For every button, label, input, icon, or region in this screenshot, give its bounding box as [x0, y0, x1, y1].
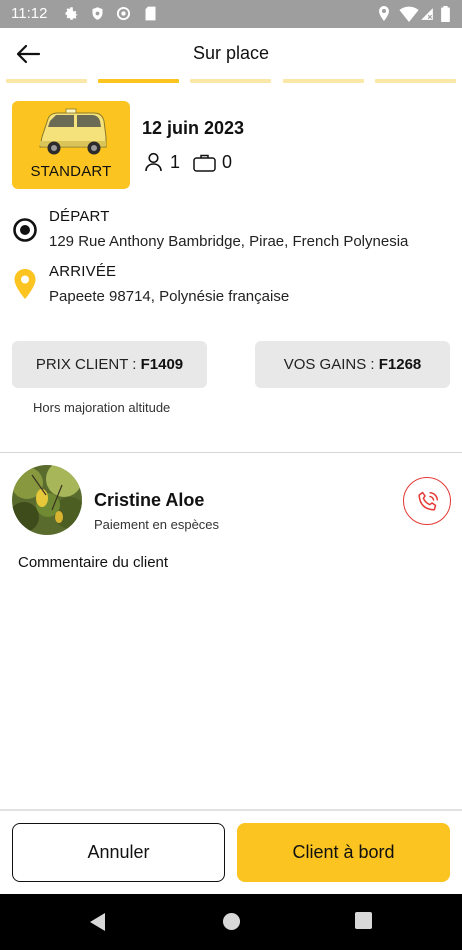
circle-a-icon [116, 6, 131, 21]
section-divider [0, 452, 462, 453]
footer-divider [0, 809, 462, 811]
departure-title: DÉPART [49, 208, 110, 225]
nav-recents-icon[interactable] [355, 912, 372, 929]
location-icon [379, 6, 389, 21]
departure-marker-icon [13, 218, 37, 242]
client-avatar [12, 465, 82, 535]
nav-home-icon[interactable] [222, 912, 241, 931]
client-on-board-button[interactable]: Client à bord [237, 823, 450, 882]
ride-date: 12 juin 2023 [142, 118, 245, 138]
passenger-count: 1 [170, 152, 181, 172]
client-price-label: PRIX CLIENT : [35, 356, 141, 373]
phone-call-icon [418, 491, 439, 511]
arrival-pin-icon [14, 269, 36, 299]
app-bar: Sur place [0, 28, 462, 78]
luggage-icon [193, 154, 216, 172]
departure-address: 129 Rue Anthony Bambridge, Pirae, French… [49, 233, 409, 250]
client-name: Cristine Aloe [94, 490, 205, 510]
payment-method: Paiement en espèces [94, 517, 220, 532]
shield-icon [92, 7, 103, 20]
arrival-address: Papeete 98714, Polynésie française [49, 288, 290, 305]
avatar-photo [12, 465, 82, 535]
client-comment-label: Commentaire du client [18, 554, 169, 571]
gear-icon [65, 7, 78, 20]
client-price-value: F1409 [140, 356, 184, 373]
arrival-title: ARRIVÉE [49, 263, 117, 280]
system-nav-bar [0, 894, 462, 950]
page-title: Sur place [192, 43, 270, 63]
progress-step [190, 79, 271, 83]
driver-gains-pill: VOS GAINS : F1268 [255, 341, 450, 388]
wifi-icon [399, 6, 419, 22]
progress-step-active [98, 79, 179, 83]
nav-back-icon[interactable] [88, 912, 106, 932]
client-price-pill: PRIX CLIENT : F1409 [12, 341, 207, 388]
vehicle-category-label: STANDART [30, 163, 112, 180]
progress-steps [6, 79, 456, 83]
driver-gains-value: F1268 [378, 356, 422, 373]
battery-icon [441, 6, 450, 22]
progress-step [375, 79, 456, 83]
cancel-button[interactable]: Annuler [12, 823, 225, 882]
status-time: 11:12 [11, 5, 48, 22]
progress-step [6, 79, 87, 83]
luggage-count: 0 [222, 152, 233, 172]
driver-gains-label: VOS GAINS : [283, 356, 379, 373]
status-bar: 11:12 [0, 0, 462, 28]
passenger-icon [145, 152, 162, 172]
progress-step [283, 79, 364, 83]
call-client-button[interactable] [403, 477, 451, 525]
vehicle-category-badge: STANDART [12, 101, 130, 189]
sd-card-icon [145, 6, 156, 21]
taxi-car-icon [39, 108, 107, 155]
signal-icon [421, 8, 433, 20]
altitude-note: Hors majoration altitude [33, 400, 171, 415]
